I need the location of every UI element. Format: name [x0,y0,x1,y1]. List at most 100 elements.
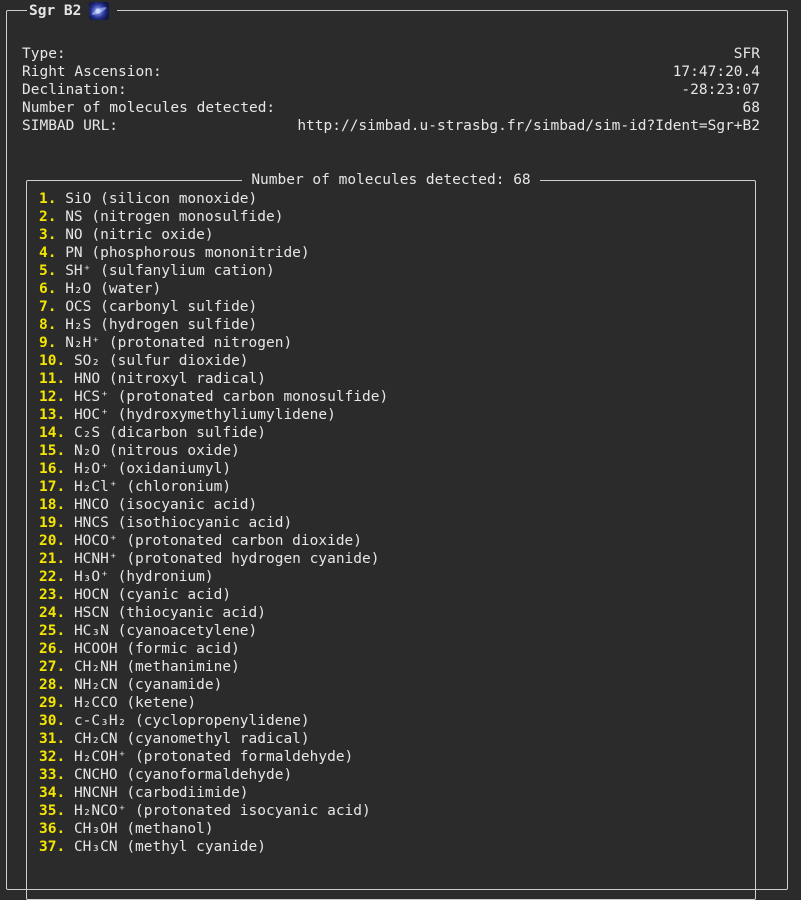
list-item: 34. HNCNH (carbodiimide) [39,784,388,802]
molecule-name: HNCNH (carbodiimide) [73,785,249,801]
list-item: 28. NH₂CN (cyanamide) [39,676,388,694]
molecule-number: 19. [39,515,66,531]
list-item: 17. H₂Cl⁺ (chloronium) [39,478,388,496]
list-item: 14. C₂S (dicarbon sulfide) [39,424,388,442]
molecule-name: NO (nitric oxide) [65,227,214,243]
molecule-name: CNCHO (cyanoformaldehyde) [73,767,293,783]
molecule-number: 21. [39,551,66,567]
list-item: 6. H₂O (water) [39,280,388,298]
list-item: 30. c-C₃H₂ (cyclopropenylidene) [39,712,388,730]
molecule-number: 14. [39,425,66,441]
molecule-name: OCS (carbonyl sulfide) [65,299,258,315]
list-item: 7. OCS (carbonyl sulfide) [39,298,388,316]
list-item: 21. HCNH⁺ (protonated hydrogen cyanide) [39,550,388,568]
molecule-number: 13. [39,407,66,423]
molecule-number: 20. [39,533,66,549]
molecule-number: 3. [39,227,57,243]
list-item: 2. NS (nitrogen monosulfide) [39,208,388,226]
molecule-name: c-C₃H₂ (cyclopropenylidene) [73,713,310,729]
list-item: 23. HOCN (cyanic acid) [39,586,388,604]
molecule-number: 28. [39,677,66,693]
molecule-name: CH₂CN (cyanomethyl radical) [73,731,310,747]
list-item: 15. N₂O (nitrous oxide) [39,442,388,460]
list-item: 24. HSCN (thiocyanic acid) [39,604,388,622]
info-row-right-ascension: Right Ascension: 17:47:20.4 [22,63,760,81]
list-item: 4. PN (phosphorous mononitride) [39,244,388,262]
molecule-number: 8. [39,317,57,333]
molecule-name: H₂S (hydrogen sulfide) [65,317,258,333]
list-item: 29. H₂CCO (ketene) [39,694,388,712]
molecule-name: CH₂NH (methanimine) [73,659,240,675]
info-label: Declination: [22,82,127,98]
molecule-name: PN (phosphorous mononitride) [65,245,310,261]
molecule-number: 27. [39,659,66,675]
list-item: 9. N₂H⁺ (protonated nitrogen) [39,334,388,352]
molecule-number: 7. [39,299,57,315]
molecule-number: 9. [39,335,57,351]
molecule-number: 18. [39,497,66,513]
molecule-number: 2. [39,209,57,225]
molecule-number: 6. [39,281,57,297]
list-item: 5. SH⁺ (sulfanylium cation) [39,262,388,280]
molecule-number: 29. [39,695,66,711]
info-label: Right Ascension: [22,64,162,80]
list-item: 32. H₂COH⁺ (protonated formaldehyde) [39,748,388,766]
info-label: Type: [22,46,66,62]
list-item: 35. H₂NCO⁺ (protonated isocyanic acid) [39,802,388,820]
list-item: 11. HNO (nitroxyl radical) [39,370,388,388]
molecule-number: 17. [39,479,66,495]
info-row-simbad-url: SIMBAD URL: http://simbad.u-strasbg.fr/s… [22,117,760,135]
info-label: SIMBAD URL: [22,118,119,134]
list-item: 16. H₂O⁺ (oxidaniumyl) [39,460,388,478]
info-row-type: Type: SFR [22,45,760,63]
list-item: 8. H₂S (hydrogen sulfide) [39,316,388,334]
molecule-name: HOCO⁺ (protonated carbon dioxide) [73,533,363,549]
info-value: SFR [733,46,760,62]
molecule-name: HCNH⁺ (protonated hydrogen cyanide) [73,551,380,567]
list-item: 20. HOCO⁺ (protonated carbon dioxide) [39,532,388,550]
molecule-number: 23. [39,587,66,603]
list-item: 12. HCS⁺ (protonated carbon monosulfide) [39,388,388,406]
molecule-number: 5. [39,263,57,279]
molecule-number: 26. [39,641,66,657]
molecule-name: SiO (silicon monoxide) [65,191,258,207]
list-item: 10. SO₂ (sulfur dioxide) [39,352,388,370]
info-row-molecule-count: Number of molecules detected: 68 [22,99,760,117]
molecule-name: H₂O⁺ (oxidaniumyl) [73,461,232,477]
molecule-number: 31. [39,731,66,747]
molecule-name: HSCN (thiocyanic acid) [73,605,266,621]
molecule-name: H₂Cl⁺ (chloronium) [73,479,232,495]
molecule-name: HCS⁺ (protonated carbon monosulfide) [73,389,389,405]
molecule-name: N₂H⁺ (protonated nitrogen) [65,335,293,351]
molecule-number: 36. [39,821,66,837]
molecule-number: 10. [39,353,66,369]
molecule-number: 15. [39,443,66,459]
molecule-name: CH₃OH (methanol) [73,821,214,837]
list-item: 13. HOC⁺ (hydroxymethyliumylidene) [39,406,388,424]
molecule-name: SH⁺ (sulfanylium cation) [65,263,275,279]
molecule-name: HOC⁺ (hydroxymethyliumylidene) [73,407,336,423]
list-item: 36. CH₃OH (methanol) [39,820,388,838]
list-item: 25. HC₃N (cyanoacetylene) [39,622,388,640]
simbad-url-link[interactable]: http://simbad.u-strasbg.fr/simbad/sim-id… [297,117,760,135]
molecule-number: 16. [39,461,66,477]
info-value: 68 [742,100,760,116]
list-item: 33. CNCHO (cyanoformaldehyde) [39,766,388,784]
info-label: Number of molecules detected: [22,100,276,116]
info-value: -28:23:07 [681,82,760,98]
molecule-number: 12. [39,389,66,405]
molecule-name: HOCN (cyanic acid) [73,587,232,603]
molecules-panel: Number of molecules detected: 68 1. SiO … [26,172,756,900]
list-item: 31. CH₂CN (cyanomethyl radical) [39,730,388,748]
list-item: 27. CH₂NH (methanimine) [39,658,388,676]
molecules-panel-title-text: Number of molecules detected: 68 [242,172,540,188]
molecule-name: H₂CCO (ketene) [73,695,197,711]
molecule-number: 33. [39,767,66,783]
molecule-number: 35. [39,803,66,819]
molecule-number: 32. [39,749,66,765]
molecule-number: 24. [39,605,66,621]
molecule-name: HC₃N (cyanoacetylene) [73,623,258,639]
list-item: 3. NO (nitric oxide) [39,226,388,244]
molecule-name: H₂COH⁺ (protonated formaldehyde) [73,749,354,765]
list-item: 22. H₃O⁺ (hydronium) [39,568,388,586]
